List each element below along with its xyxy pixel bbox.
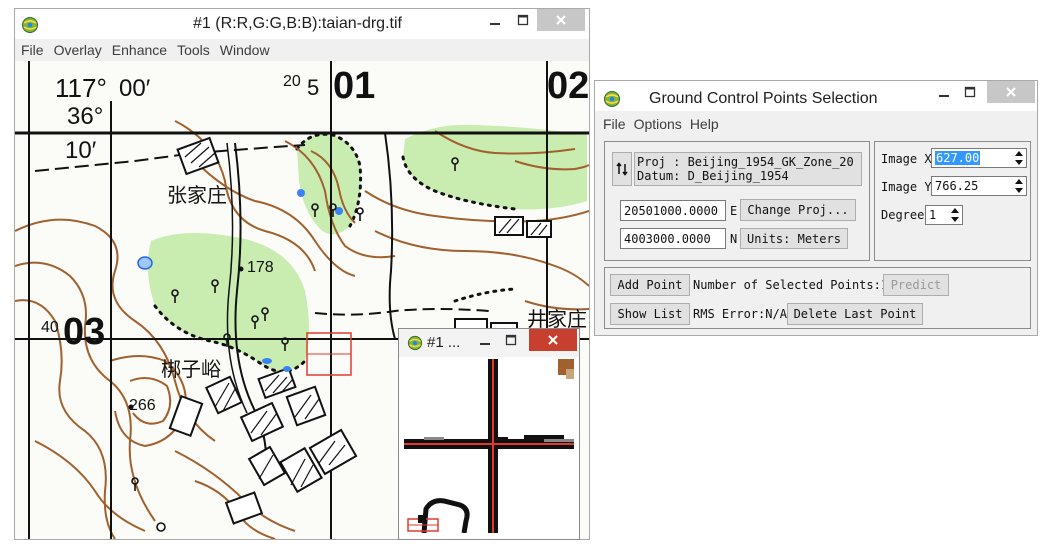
map-label-lat-min: 10′ <box>65 137 97 164</box>
gcp-close-button[interactable] <box>987 81 1035 103</box>
maximize-button[interactable] <box>509 9 537 31</box>
degree-input[interactable]: 1 <box>925 205 963 225</box>
map-label-grid-top-small: 20 <box>283 73 301 90</box>
image-x-value: 627.00 <box>935 151 981 165</box>
map-label-lon-min: 00′ <box>119 75 151 102</box>
contour-line <box>15 261 156 522</box>
close-icon <box>556 15 566 25</box>
gcp-selection-window: Ground Control Points Selection File Opt… <box>594 80 1038 336</box>
map-label-lon-deg: 117° <box>55 73 107 103</box>
menu-file[interactable]: File <box>15 42 49 58</box>
gcp-menubar: File Options Help <box>595 113 1037 135</box>
water-point <box>297 189 305 197</box>
menu-window[interactable]: Window <box>215 42 275 58</box>
image-x-input[interactable]: 627.00 <box>931 148 1027 168</box>
map-label-grid-left-03: 03 <box>63 311 106 353</box>
map-label-grid-top-01: 01 <box>333 65 376 107</box>
delete-last-point-button[interactable]: Delete Last Point <box>787 303 923 325</box>
datum-text: Datum: D_Beijing_1954 <box>637 169 789 183</box>
contour-line <box>34 440 146 532</box>
contour-line <box>374 230 589 287</box>
gcp-menu-options[interactable]: Options <box>630 116 686 132</box>
spinner-icon <box>951 208 959 222</box>
gcp-titlebar[interactable]: Ground Control Points Selection <box>595 81 1037 111</box>
spinner-icon <box>1015 151 1023 165</box>
map-label-village-banziyu: 梆子峪 <box>161 359 221 381</box>
menu-enhance[interactable]: Enhance <box>107 42 172 58</box>
minimize-icon <box>490 23 500 25</box>
zoom-drawing <box>404 359 574 533</box>
water-pond <box>137 256 153 270</box>
water-point <box>283 366 291 372</box>
map-coordinates-panel: Proj : Beijing_1954_GK_Zone_20 Datum: D_… <box>604 141 870 261</box>
minimize-icon <box>480 343 490 345</box>
maximize-icon <box>517 14 529 26</box>
close-button[interactable] <box>537 9 585 31</box>
gcp-actions-panel: Add Point Number of Selected Points:1 Pr… <box>604 267 1031 329</box>
spot-height-178-dot <box>238 266 244 272</box>
northing-input[interactable]: 4003000.0000 <box>620 228 726 249</box>
gcp-globe-icon <box>604 91 620 107</box>
image-y-label: Image Y <box>881 180 932 194</box>
projection-info-box: Proj : Beijing_1954_GK_Zone_20 Datum: D_… <box>634 152 862 186</box>
close-icon <box>1006 87 1016 97</box>
degree-value: 1 <box>929 208 937 222</box>
minimize-icon <box>939 95 949 97</box>
map-label-elev-178: 178 <box>247 259 274 276</box>
map-label-lat-deg: 36° <box>67 103 104 130</box>
units-button[interactable]: Units: Meters <box>740 228 848 249</box>
swap-arrows-icon <box>616 162 628 176</box>
rms-error-text: RMS Error:N/A <box>693 307 787 321</box>
gcp-maximize-button[interactable] <box>957 81 983 103</box>
predict-button[interactable]: Predict <box>883 274 949 296</box>
show-list-button[interactable]: Show List <box>610 303 690 325</box>
zoom-window: #1 ... <box>398 328 580 540</box>
main-menubar: File Overlay Enhance Tools Window <box>15 39 589 61</box>
close-icon <box>548 335 558 345</box>
zoom-globe-icon <box>407 335 423 351</box>
projection-text: Proj : Beijing_1954_GK_Zone_20 <box>637 155 854 169</box>
degree-label: Degree <box>881 208 925 222</box>
road-line <box>314 308 490 316</box>
menu-tools[interactable]: Tools <box>172 42 215 58</box>
main-titlebar[interactable]: #1 (R:R,G:G,B:B):taian-drg.tif <box>15 9 589 39</box>
map-label-village-zhangjiazhuang: 张家庄 <box>167 185 227 207</box>
gcp-menu-file[interactable]: File <box>595 116 630 132</box>
toggle-coordinate-type-button[interactable] <box>612 152 632 186</box>
water-point <box>262 358 272 364</box>
gcp-window-title: Ground Control Points Selection <box>649 90 878 107</box>
menu-overlay[interactable]: Overlay <box>49 42 107 58</box>
maximize-icon <box>505 334 517 346</box>
map-label-elev-266: 266 <box>129 397 156 414</box>
field-boundary-dots <box>453 287 517 303</box>
maximize-icon <box>964 86 976 98</box>
northing-unit-label: N <box>730 232 738 246</box>
map-label-grid-top-02: 02 <box>547 65 589 107</box>
map-label-grid-top-5: 5 <box>307 75 320 100</box>
easting-input[interactable]: 20501000.0000 <box>620 200 726 221</box>
minimize-button[interactable] <box>481 9 509 31</box>
zoom-close-button[interactable] <box>529 329 577 351</box>
gcp-minimize-button[interactable] <box>931 81 957 103</box>
zoom-canvas[interactable] <box>404 359 574 533</box>
app-globe-icon <box>22 17 38 33</box>
map-label-grid-left-small: 40 <box>41 319 59 336</box>
image-coordinates-panel: Image X 627.00 Image Y 766.25 Degree 1 <box>874 141 1031 261</box>
zoom-titlebar[interactable]: #1 ... <box>399 329 579 357</box>
gcp-menu-help[interactable]: Help <box>686 116 723 132</box>
image-y-input[interactable]: 766.25 <box>931 176 1027 196</box>
add-point-button[interactable]: Add Point <box>610 274 690 296</box>
zoom-window-title: #1 ... <box>427 334 461 351</box>
spinner-icon <box>1015 179 1023 193</box>
change-proj-button[interactable]: Change Proj... <box>740 199 856 221</box>
zoom-maximize-button[interactable] <box>499 329 523 351</box>
image-y-value: 766.25 <box>935 179 979 193</box>
zoom-minimize-button[interactable] <box>473 329 497 351</box>
easting-unit-label: E <box>730 204 738 218</box>
vegetation-area-northeast <box>403 124 587 210</box>
main-window-title: #1 (R:R,G:G,B:B):taian-drg.tif <box>193 15 402 32</box>
selected-points-count: Number of Selected Points:1 <box>693 278 889 292</box>
image-x-label: Image X <box>881 152 932 166</box>
